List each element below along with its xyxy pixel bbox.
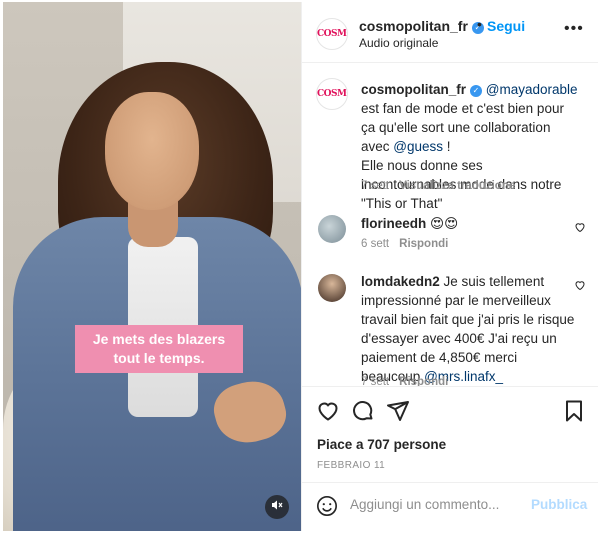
comment-like-button[interactable] <box>574 279 586 294</box>
post-caption: cosmopolitan_fr ✓ @mayadorable est fan de… <box>361 80 581 213</box>
comment-bubble-icon <box>353 401 373 421</box>
heart-icon <box>575 281 585 291</box>
save-button[interactable] <box>562 399 586 423</box>
caption-text-part: ! <box>443 139 451 154</box>
comment: lomdakedn2 Je suis tellement impressionn… <box>361 272 576 386</box>
bookmark-icon <box>566 400 582 422</box>
emoji-button[interactable] <box>316 495 338 517</box>
instagram-post-window: Je mets des blazers tout le temps. COSMO… <box>0 0 600 535</box>
paper-plane-icon <box>387 401 409 421</box>
speaker-muted-icon <box>272 500 283 510</box>
translate-link[interactable]: Visualizza traduzione <box>399 180 515 192</box>
post-date[interactable]: FEBBRAIO 11 <box>317 460 385 471</box>
video-caption: Je mets des blazers tout le temps. <box>75 325 243 373</box>
caption-meta: 7 sett Visualizza traduzione <box>361 180 515 192</box>
like-button[interactable] <box>316 399 340 423</box>
commenter-avatar[interactable] <box>318 215 346 243</box>
header-username[interactable]: cosmopolitan_fr <box>359 18 468 34</box>
person-face <box>105 92 199 210</box>
comment-like-button[interactable] <box>574 221 586 236</box>
post-actions: Piace a 707 persone FEBBRAIO 11 Pubblica <box>302 386 598 527</box>
mention-link[interactable]: @guess <box>393 139 443 154</box>
commenter-avatar[interactable] <box>318 274 346 302</box>
reel-video[interactable]: Je mets des blazers tout le temps. <box>3 2 301 531</box>
audio-label[interactable]: Audio originale <box>359 36 438 50</box>
comment-username[interactable]: florineedh <box>361 216 426 231</box>
comment-text: 😍😍 <box>430 216 459 231</box>
caption-avatar[interactable]: COSMO <box>316 78 348 110</box>
comment-text: Je suis tellement impressionné par le me… <box>361 274 575 384</box>
header-username-group: cosmopolitan_fr ✓ <box>359 18 484 34</box>
mute-button[interactable] <box>265 495 289 519</box>
comment-button[interactable] <box>351 399 375 423</box>
caption-username[interactable]: cosmopolitan_fr <box>361 82 466 97</box>
add-comment-row: Pubblica <box>302 482 598 527</box>
cosmo-logo: COSMO <box>317 29 347 39</box>
post-side-panel: COSMO cosmopolitan_fr✓ • Segui Audio ori… <box>301 2 598 531</box>
comment-meta: 6 sett Rispondi <box>361 238 448 250</box>
cosmo-logo: COSMO <box>317 89 347 99</box>
follow-button[interactable]: Segui <box>487 18 525 34</box>
comment: florineedh 😍😍 <box>361 214 576 233</box>
caption-text-part: est fan de mode et c'est bien pour ça qu… <box>361 101 564 154</box>
more-options-icon[interactable]: ••• <box>564 20 584 38</box>
likes-count[interactable]: Piace a 707 persone <box>317 437 446 452</box>
comment-username[interactable]: lomdakedn2 <box>361 274 440 289</box>
mention-link[interactable]: @mayadorable <box>486 82 578 97</box>
video-caption-line-1: Je mets des blazers <box>92 331 226 347</box>
separator-dot: • <box>477 16 482 32</box>
reply-link[interactable]: Rispondi <box>399 238 448 250</box>
video-caption-line-2: tout le temps. <box>113 350 205 366</box>
comment-time[interactable]: 6 sett <box>361 238 389 250</box>
author-avatar[interactable]: COSMO <box>316 18 348 50</box>
verified-badge-icon: ✓ <box>470 85 483 97</box>
comment-input[interactable] <box>350 497 510 512</box>
publish-button[interactable]: Pubblica <box>531 497 587 512</box>
smiley-icon <box>317 496 337 516</box>
heart-icon <box>318 402 338 421</box>
header-divider <box>302 62 598 63</box>
share-button[interactable] <box>386 399 410 423</box>
caption-time[interactable]: 7 sett <box>361 180 389 192</box>
heart-icon <box>575 223 585 233</box>
